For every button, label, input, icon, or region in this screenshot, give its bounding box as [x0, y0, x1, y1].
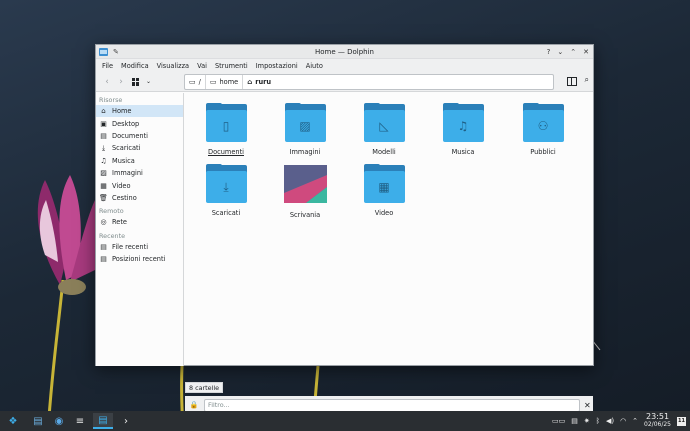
sidebar-item-network[interactable]: ◎ Rete: [96, 216, 183, 228]
menu-edit[interactable]: Modifica: [117, 62, 153, 70]
document-folder-icon: ▯: [205, 103, 247, 142]
menu-help[interactable]: Aiuto: [302, 62, 327, 70]
folder-item-video[interactable]: ▦ Video: [349, 164, 419, 217]
desktop-icon: ▣: [100, 119, 107, 128]
terminal-launcher-icon[interactable]: ›: [118, 413, 134, 429]
folder-item-public[interactable]: ⚇ Pubblici: [508, 103, 578, 156]
folder-item-desktop[interactable]: Scrivania: [270, 165, 340, 219]
system-tray: ▭▭ ▤ ✷ ᛒ ◀) ◠ ⌃ 23:51 02/06/25 11: [552, 411, 686, 431]
breadcrumb-user[interactable]: ⌂ ruru: [243, 75, 275, 89]
downloads-folder-icon: ⤓: [205, 164, 247, 203]
trash-icon: 🗑: [99, 193, 108, 202]
section-title: Risorse: [99, 96, 123, 104]
folder-icon: ▭: [189, 78, 196, 86]
menu-tools[interactable]: Strumenti: [211, 62, 252, 70]
sidebar-item-downloads[interactable]: ⤓ Scaricati: [96, 142, 183, 154]
menu-file[interactable]: File: [98, 62, 117, 70]
menu-bar: File Modifica Visualizza Vai Strumenti I…: [96, 59, 593, 72]
video-icon: ▦: [100, 181, 107, 190]
pictures-folder-icon: ▨: [284, 103, 326, 142]
taskbar: ❖ ▤ ◉ ≡ ▤ › ▭▭ ▤ ✷ ᛒ ◀) ◠ ⌃ 23:51 02/06/…: [0, 411, 690, 431]
breadcrumb-root[interactable]: ▭ /: [185, 75, 206, 89]
network-icon: ◎: [100, 218, 107, 227]
brightness-icon[interactable]: ✷: [584, 417, 590, 425]
file-manager-launcher-icon[interactable]: ▤: [30, 413, 46, 429]
lock-icon[interactable]: 🔒: [188, 401, 200, 409]
home-icon: ⌂: [101, 107, 106, 116]
home-icon: ⌂: [247, 78, 253, 86]
folder-item-pictures[interactable]: ▨ Immagini: [270, 103, 340, 156]
menu-settings[interactable]: Impostazioni: [252, 62, 302, 70]
desktop-folder-thumbnail: [283, 165, 327, 203]
music-icon: ♫: [100, 156, 107, 165]
window-title: Home — Dolphin: [314, 47, 374, 56]
close-filter-icon[interactable]: ✕: [584, 401, 591, 410]
recent-locations-icon: ▤: [100, 255, 107, 264]
breadcrumb-home[interactable]: ▭ home: [206, 75, 244, 89]
network-icon[interactable]: ◠: [620, 417, 626, 425]
file-view[interactable]: ▯ Documenti ▨ Immagini ◺ Modelli ♫ Music…: [185, 93, 593, 333]
sidebar-item-recent-files[interactable]: ▤ File recenti: [96, 241, 183, 253]
back-button[interactable]: ‹: [100, 77, 114, 87]
filter-input[interactable]: Filtro...: [204, 398, 580, 412]
templates-folder-icon: ◺: [363, 103, 405, 142]
folder-item-documents[interactable]: ▯ Documenti: [191, 103, 261, 156]
folder-item-templates[interactable]: ◺ Modelli: [349, 103, 419, 156]
menu-go[interactable]: Vai: [193, 62, 211, 70]
sidebar-item-video[interactable]: ▦ Video: [96, 179, 183, 191]
documents-icon: ▤: [100, 131, 107, 140]
dolphin-window: ✎ Home — Dolphin ? ⌄ ⌃ ✕ File Modifica V…: [95, 44, 594, 414]
app-launcher-icon[interactable]: ❖: [5, 413, 21, 429]
split-view-icon[interactable]: [566, 77, 577, 86]
video-folder-icon: ▦: [363, 164, 405, 203]
minimize-button[interactable]: ⌄: [557, 48, 563, 56]
clipboard-icon[interactable]: ▤: [571, 417, 578, 425]
title-bar[interactable]: ✎ Home — Dolphin ? ⌄ ⌃ ✕: [96, 45, 593, 59]
icons-view-icon: [132, 77, 140, 86]
section-title: Remoto: [99, 207, 124, 216]
tray-expand-icon[interactable]: ⌃: [632, 417, 638, 425]
folder-icon: ▭: [209, 78, 217, 86]
recent-files-icon: ▤: [100, 242, 107, 251]
close-button[interactable]: ✕: [583, 48, 589, 56]
sidebar-item-home[interactable]: ⌂ Home: [96, 105, 183, 118]
pin-icon[interactable]: ✎: [113, 48, 119, 56]
search-icon[interactable]: ⌕: [585, 75, 589, 86]
view-mode-button[interactable]: ⌄: [132, 77, 152, 86]
folder-item-music[interactable]: ♫ Musica: [428, 103, 498, 156]
sidebar-item-trash[interactable]: 🗑 Cestino: [96, 192, 183, 204]
browser-launcher-icon[interactable]: ◉: [51, 413, 67, 429]
status-bar: 8 cartelle: [185, 382, 224, 393]
toolbar: ‹ › ⌄ ▭ / ▭ home ⌂ ruru ⌕: [96, 72, 593, 92]
calendar-icon[interactable]: 11: [677, 416, 686, 426]
clock[interactable]: 23:51 02/06/25: [644, 413, 671, 429]
location-bar[interactable]: ▭ / ▭ home ⌂ ruru: [184, 74, 554, 90]
volume-icon[interactable]: ◀): [606, 417, 614, 425]
pager-icon[interactable]: ▭▭: [552, 417, 565, 425]
sidebar-item-pictures[interactable]: ▨ Immagini: [96, 167, 183, 179]
downloads-icon: ⤓: [101, 143, 106, 152]
maximize-button[interactable]: ⌃: [570, 48, 576, 56]
sidebar-item-recent-locations[interactable]: ▤ Posizioni recenti: [96, 253, 183, 265]
forward-button[interactable]: ›: [114, 77, 128, 87]
places-panel: Risorse ⌂ Home ▣ Desktop ▤ Documenti ⤓ Scari…: [96, 93, 184, 366]
folder-item-downloads[interactable]: ⤓ Scaricati: [191, 164, 261, 217]
chevron-down-icon: ⌄: [146, 78, 152, 85]
menu-view[interactable]: Visualizza: [153, 62, 193, 70]
dolphin-task-button[interactable]: ▤: [93, 413, 113, 429]
section-title: Recente: [99, 231, 126, 240]
public-folder-icon: ⚇: [522, 103, 564, 142]
sidebar-item-desktop[interactable]: ▣ Desktop: [96, 117, 183, 129]
help-button[interactable]: ?: [547, 48, 551, 56]
sidebar-item-documents[interactable]: ▤ Documenti: [96, 130, 183, 142]
bluetooth-icon[interactable]: ᛒ: [596, 417, 600, 425]
settings-launcher-icon[interactable]: ≡: [72, 413, 88, 429]
pictures-icon: ▨: [100, 169, 107, 178]
music-folder-icon: ♫: [442, 103, 484, 142]
dolphin-app-icon[interactable]: [99, 47, 108, 56]
sidebar-item-music[interactable]: ♫ Musica: [96, 155, 183, 167]
